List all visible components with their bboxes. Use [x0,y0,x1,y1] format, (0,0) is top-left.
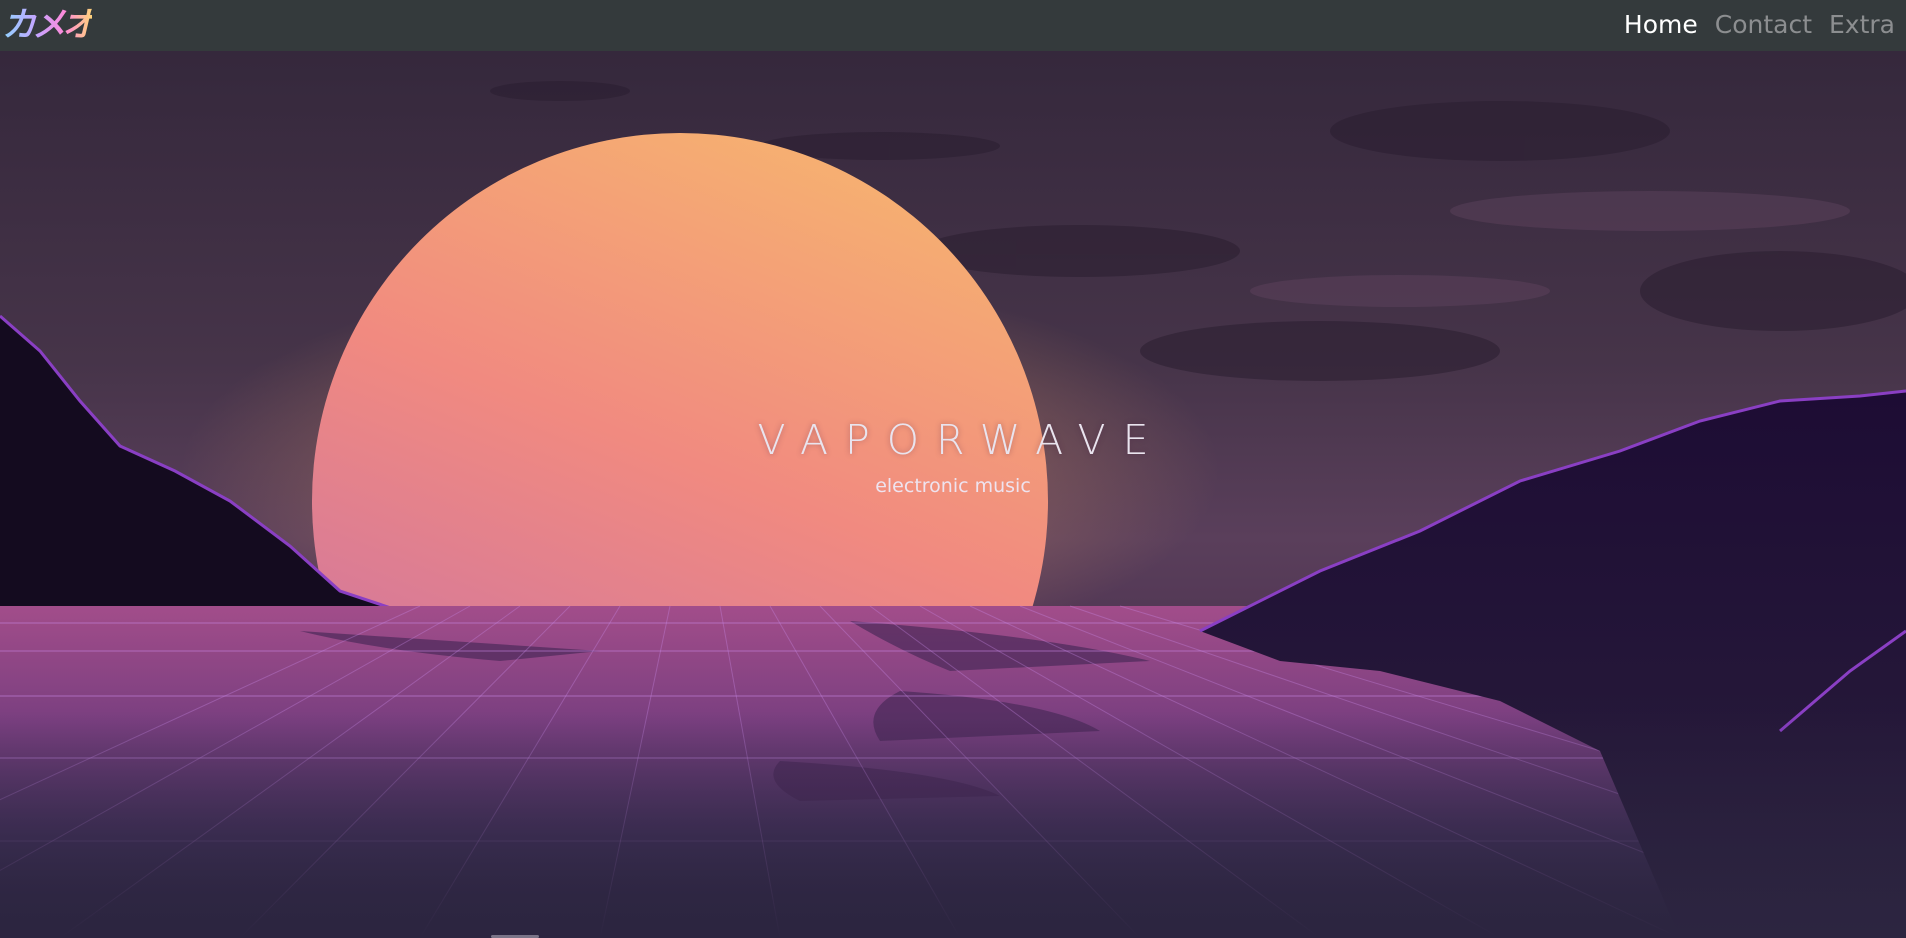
hero-subtitle: electronic music [875,475,1031,497]
hero-section: VAPORWAVE electronic music [0,51,1906,938]
nav-link-contact[interactable]: Contact [1715,8,1812,42]
hero-title: VAPORWAVE [757,416,1166,464]
navbar: カメオ Home Contact Extra [0,0,1906,51]
nav-link-extra[interactable]: Extra [1829,8,1895,42]
site-logo[interactable]: カメオ [2,4,96,46]
nav-links: Home Contact Extra [1624,8,1895,42]
nav-link-home[interactable]: Home [1624,8,1698,42]
